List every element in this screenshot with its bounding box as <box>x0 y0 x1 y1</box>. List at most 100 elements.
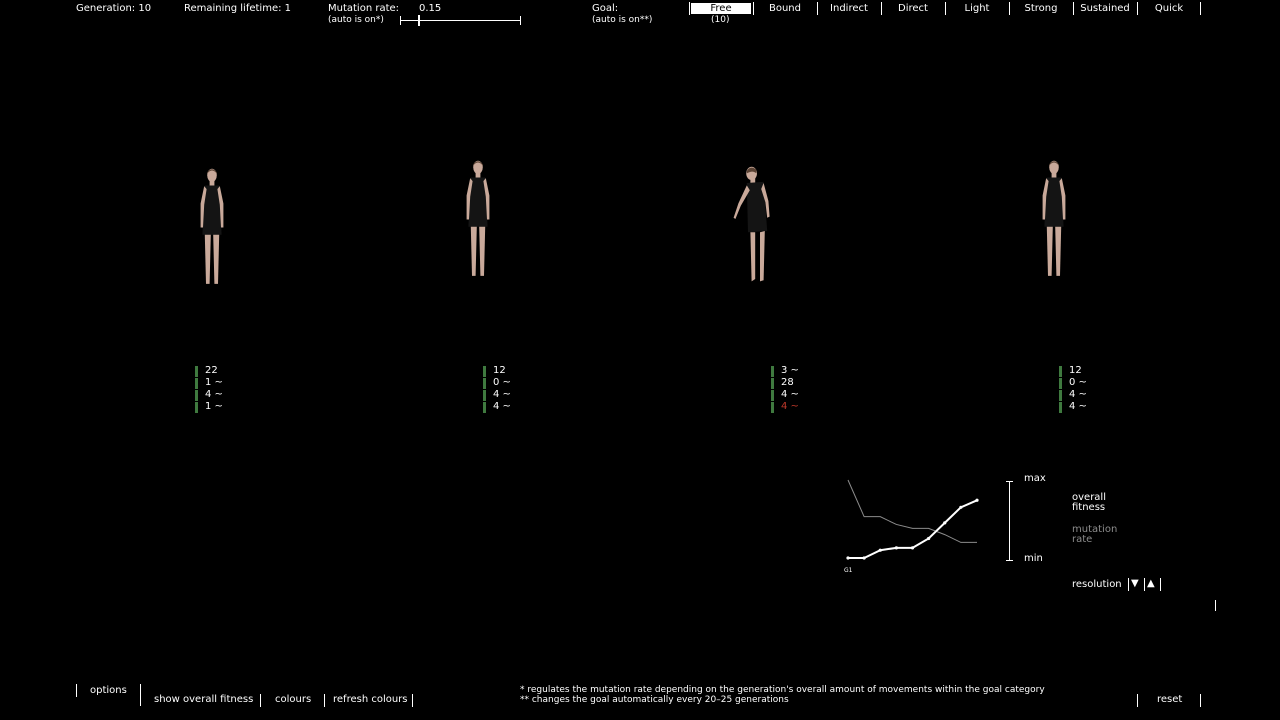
goal-option-strong[interactable]: Strong <box>1011 3 1071 14</box>
footer-separator <box>1137 694 1138 707</box>
stat-bar <box>483 390 486 401</box>
footnote-mutation: * regulates the mutation rate depending … <box>520 685 1045 695</box>
stat-value: 0 ~ <box>493 377 511 388</box>
remaining-lifetime-label: Remaining lifetime: 1 <box>184 3 292 14</box>
goal-count: (10) <box>711 15 730 25</box>
goal-separator <box>881 2 882 15</box>
resolution-label: resolution <box>1072 579 1122 590</box>
mutation-rate-label: Mutation rate: <box>328 3 400 14</box>
goal-label: Goal: <box>592 3 619 14</box>
footer-separator <box>324 694 325 707</box>
stat-bar <box>771 390 774 401</box>
goal-option-direct[interactable]: Direct <box>883 3 943 14</box>
stat-bar <box>771 366 774 377</box>
goal-separator <box>689 2 690 15</box>
footer-separator <box>1200 694 1201 707</box>
legend-fitness-line2[interactable]: fitness <box>1072 502 1105 513</box>
fitness-point <box>894 546 898 550</box>
resolution-up-button[interactable]: ▲ <box>1147 578 1155 589</box>
stat-bar <box>1059 390 1062 401</box>
divider <box>1215 600 1216 611</box>
individual-stats: 3 ~28 4 ~4 ~ <box>771 365 811 413</box>
stat-value: 28 <box>781 377 794 388</box>
stat-bar <box>195 378 198 389</box>
footer-separator <box>76 684 77 697</box>
reset-button[interactable]: reset <box>1157 694 1182 705</box>
options-button[interactable]: options <box>90 685 127 696</box>
mutation-auto-toggle[interactable]: (auto is on*) <box>328 15 384 25</box>
fitness-point <box>910 546 915 550</box>
stat-bar <box>483 402 486 413</box>
graph-scale-axis <box>1009 481 1010 560</box>
dancer-figure[interactable] <box>182 130 242 325</box>
stat-value: 1 ~ <box>205 377 223 388</box>
goal-separator <box>817 2 818 15</box>
individual-stats: 22 1 ~4 ~1 ~ <box>195 365 235 413</box>
stat-bar <box>771 402 774 413</box>
resolution-separator <box>1128 578 1129 591</box>
goal-option-indirect[interactable]: Indirect <box>819 3 879 14</box>
goal-separator <box>1073 2 1074 15</box>
fitness-point <box>943 521 947 525</box>
fitness-point <box>846 556 850 560</box>
stat-bar <box>1059 366 1062 377</box>
fitness-point <box>959 505 963 509</box>
stat-bar <box>483 366 486 377</box>
stat-value: 4 ~ <box>1069 389 1087 400</box>
goal-separator <box>1009 2 1010 15</box>
fitness-point <box>927 536 931 541</box>
stat-value: 0 ~ <box>1069 377 1087 388</box>
fitness-point <box>878 548 882 552</box>
footnote-goal: ** changes the goal automatically every … <box>520 695 789 705</box>
goal-option-free[interactable]: Free <box>691 3 751 14</box>
dancer-figure[interactable] <box>448 128 508 311</box>
resolution-separator <box>1144 578 1145 591</box>
goal-option-sustained[interactable]: Sustained <box>1075 3 1135 14</box>
stat-bar <box>1059 378 1062 389</box>
generation-label: Generation: 10 <box>76 3 152 14</box>
colours-button[interactable]: colours <box>275 694 311 705</box>
footer-separator <box>412 694 413 707</box>
mutation-slider-thumb[interactable] <box>418 15 420 26</box>
stat-value: 12 <box>493 365 506 376</box>
stat-bar <box>195 402 198 413</box>
mutation-rate-slider[interactable] <box>400 14 521 26</box>
dancer-figure[interactable] <box>730 140 790 310</box>
goal-option-bound[interactable]: Bound <box>755 3 815 14</box>
goal-separator <box>1137 2 1138 15</box>
fitness-point <box>975 498 979 502</box>
stat-value: 4 ~ <box>781 389 799 400</box>
stat-value: 3 ~ <box>781 365 799 376</box>
goal-separator <box>945 2 946 15</box>
resolution-separator <box>1160 578 1161 591</box>
stat-value: 1 ~ <box>205 401 223 412</box>
stat-bar <box>195 366 198 377</box>
graph-min-label: min <box>1024 553 1043 564</box>
graph-scale-tick-max <box>1006 481 1013 482</box>
graph-canvas <box>846 479 979 560</box>
stat-bar <box>483 378 486 389</box>
refresh-colours-button[interactable]: refresh colours <box>333 694 408 705</box>
dancer-figure[interactable] <box>1024 128 1084 311</box>
goal-option-quick[interactable]: Quick <box>1139 3 1199 14</box>
footer-separator <box>260 694 261 707</box>
footer-separator <box>140 684 141 706</box>
goal-separator <box>753 2 754 15</box>
goal-auto-toggle[interactable]: (auto is on**) <box>592 15 652 25</box>
legend-mutation-line2[interactable]: rate <box>1072 534 1092 545</box>
graph-scale-tick-min <box>1006 560 1013 561</box>
stat-value: 4 ~ <box>781 401 799 412</box>
stat-value: 4 ~ <box>205 389 223 400</box>
graph-max-label: max <box>1024 473 1046 484</box>
goal-separator <box>1200 2 1201 15</box>
stat-bar <box>1059 402 1062 413</box>
resolution-down-button[interactable]: ▼ <box>1131 578 1139 589</box>
stat-value: 22 <box>205 365 218 376</box>
mutation-rate-value: 0.15 <box>419 3 442 14</box>
show-overall-fitness-button[interactable]: show overall fitness <box>154 694 253 705</box>
individual-stats: 12 0 ~4 ~4 ~ <box>1059 365 1099 413</box>
fitness-point <box>862 556 866 560</box>
stat-value: 4 ~ <box>493 401 511 412</box>
stat-bar <box>771 378 774 389</box>
goal-option-light[interactable]: Light <box>947 3 1007 14</box>
